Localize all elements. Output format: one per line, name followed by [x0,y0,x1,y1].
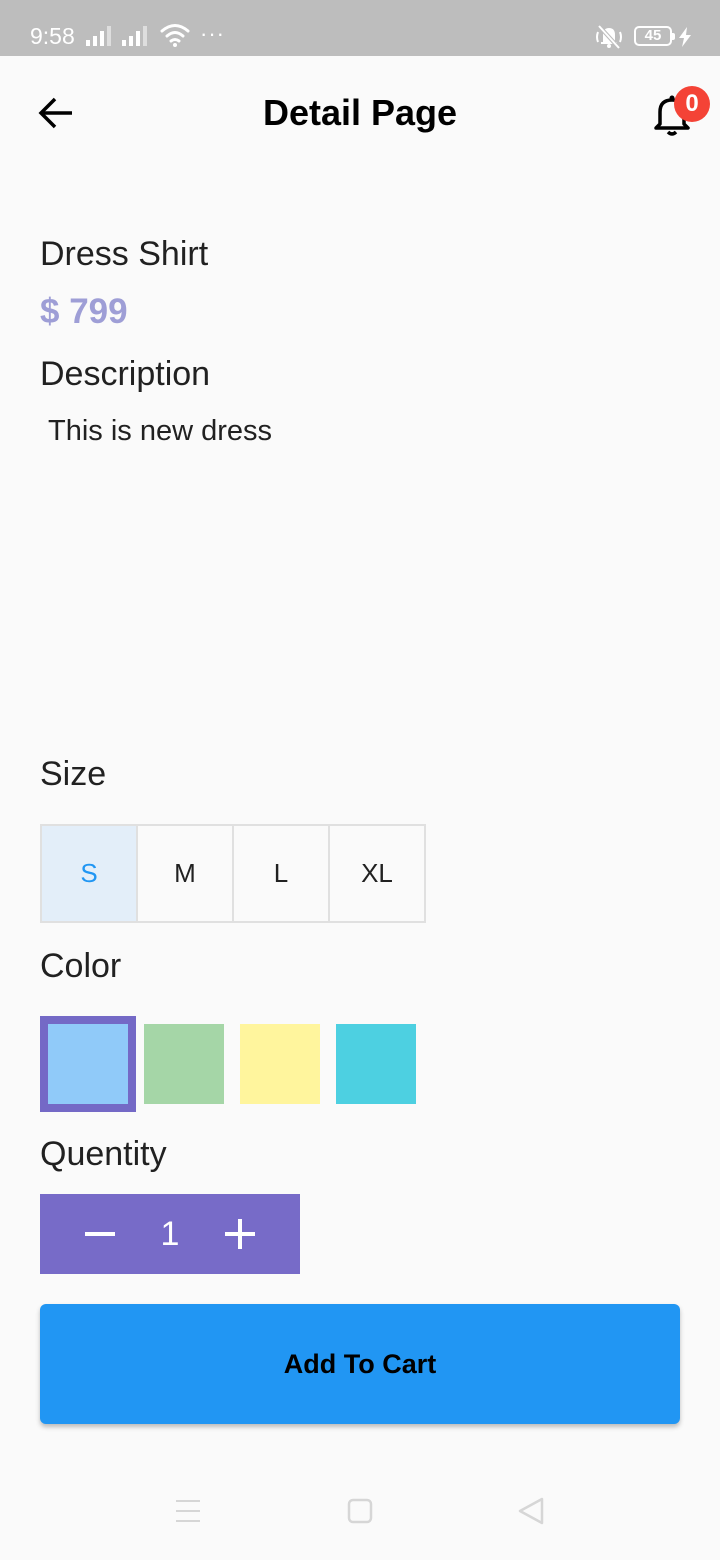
menu-icon[interactable] [174,1496,202,1526]
mute-icon [596,24,622,50]
quantity-stepper: 1 [40,1194,300,1274]
minus-icon[interactable] [80,1214,120,1254]
quantity-heading: Quentity [40,1135,167,1173]
description-text: This is new dress [48,415,273,447]
home-icon[interactable] [346,1496,374,1526]
color-swatch-green[interactable] [144,1024,224,1104]
size-option-s[interactable]: S [40,824,138,923]
size-selector: S M L XL [40,824,426,923]
color-heading: Color [40,947,122,985]
size-heading: Size [40,755,107,793]
charging-icon [679,27,691,47]
quantity-value: 1 [160,1215,180,1253]
notification-button[interactable]: 0 [646,86,710,142]
color-swatch-cyan[interactable] [336,1024,416,1104]
color-swatch-blue[interactable] [40,1016,136,1112]
add-to-cart-button[interactable]: Add To Cart [40,1304,680,1424]
size-option-m[interactable]: M [136,824,234,923]
description-heading: Description [40,355,211,393]
back-icon[interactable] [516,1496,546,1526]
status-bar: 9:58 ··· 45 [0,0,720,56]
product-name: Dress Shirt [40,235,209,273]
product-price: $ 799 [40,292,128,331]
page-title: Detail Page [262,92,458,133]
size-option-xl[interactable]: XL [328,824,426,923]
signal-icon [86,26,111,46]
color-swatch-yellow[interactable] [240,1024,320,1104]
plus-icon[interactable] [220,1214,260,1254]
size-option-l[interactable]: L [232,824,330,923]
more-indicator: ··· [200,21,225,46]
notification-badge: 0 [674,86,710,122]
signal-icon [122,26,147,46]
battery-icon: 45 [634,26,675,46]
status-time: 9:58 [30,23,75,49]
battery-level: 45 [644,27,662,44]
wifi-icon [160,24,190,47]
